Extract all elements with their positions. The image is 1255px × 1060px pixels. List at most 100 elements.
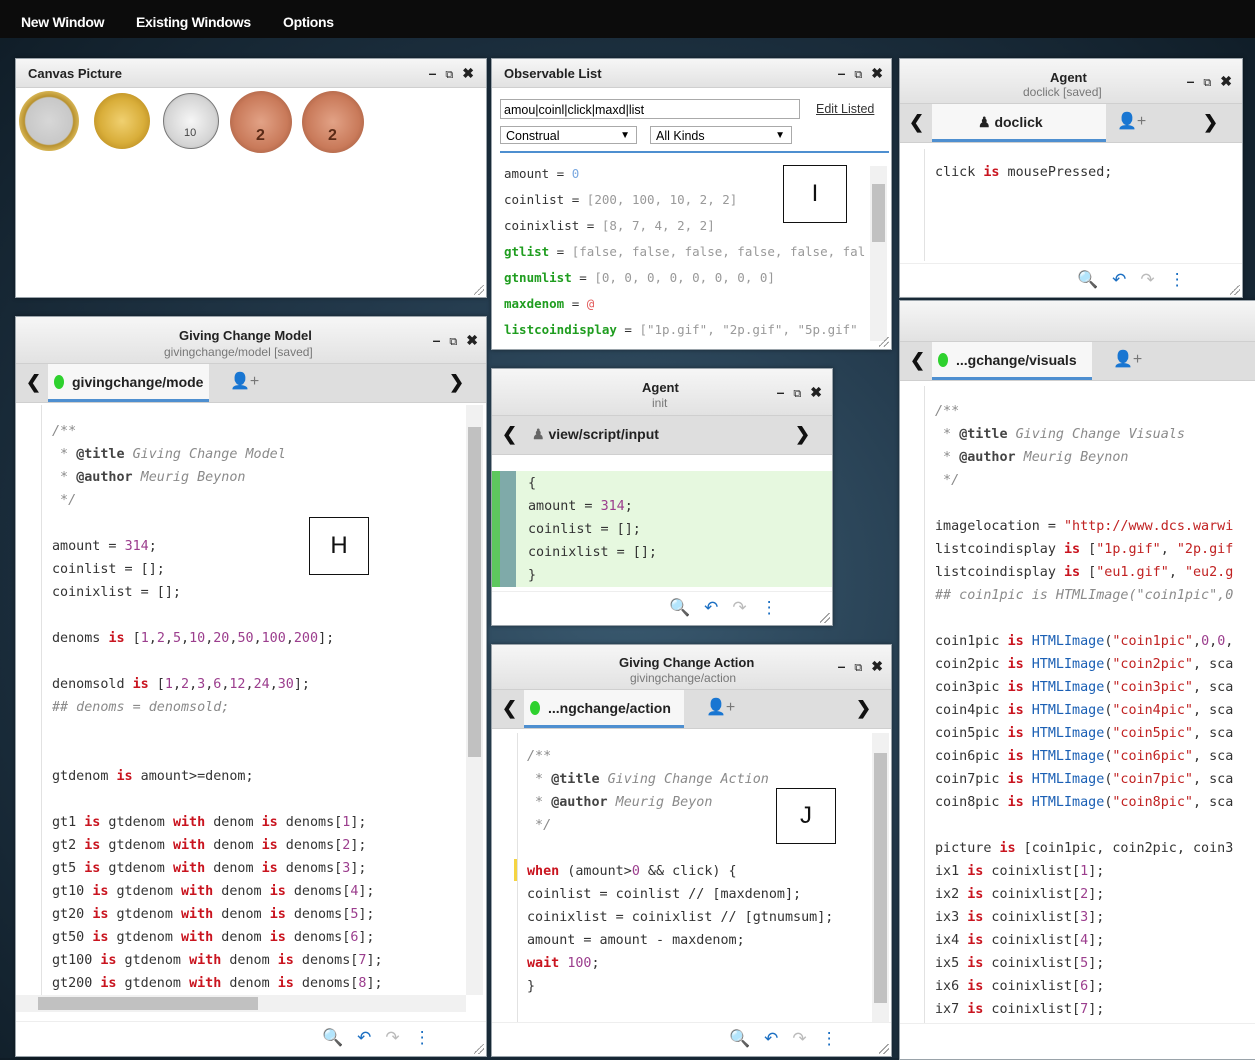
popout-icon[interactable]: ⧉ bbox=[449, 336, 457, 349]
add-agent-icon[interactable]: 👤+ bbox=[230, 371, 259, 391]
action-code-editor[interactable]: /** * @title Giving Change Action * @aut… bbox=[527, 745, 833, 998]
tab-scroll-left-icon[interactable]: ❮ bbox=[502, 698, 517, 719]
dropdown-caret-icon: ▼ bbox=[620, 130, 630, 141]
live-status-icon bbox=[54, 375, 64, 389]
action-titlebar[interactable]: Giving Change Action givingchange/action… bbox=[492, 645, 891, 690]
undo-icon[interactable]: ↶ bbox=[764, 1029, 778, 1049]
model-vertical-scrollbar[interactable] bbox=[466, 405, 483, 995]
window-title: Giving Change Model bbox=[179, 328, 312, 343]
close-icon[interactable]: ✖ bbox=[1220, 73, 1232, 90]
close-icon[interactable]: ✖ bbox=[810, 384, 822, 401]
model-titlebar[interactable]: Giving Change Model givingchange/model [… bbox=[16, 317, 486, 364]
minimize-icon[interactable]: – bbox=[777, 384, 785, 400]
popout-icon[interactable]: ⧉ bbox=[445, 69, 453, 82]
more-icon[interactable]: ⋮ bbox=[414, 1028, 431, 1048]
kind-select[interactable]: All Kinds ▼ bbox=[650, 126, 792, 144]
observable-search-input[interactable]: amou|coinl|click|maxd|list bbox=[500, 99, 800, 119]
model-code-editor[interactable]: /** * @title Giving Change Model * @auth… bbox=[52, 420, 462, 995]
construal-select[interactable]: Construal ▼ bbox=[500, 126, 637, 144]
minimize-icon[interactable]: – bbox=[429, 65, 437, 81]
undo-icon[interactable]: ↶ bbox=[1112, 270, 1126, 290]
window-subtitle: init bbox=[652, 396, 668, 410]
add-agent-icon[interactable]: 👤+ bbox=[706, 697, 735, 717]
more-icon[interactable]: ⋮ bbox=[761, 598, 778, 618]
resize-handle[interactable] bbox=[820, 613, 830, 623]
minimize-icon[interactable]: – bbox=[1187, 73, 1195, 89]
minimize-icon[interactable]: – bbox=[838, 658, 846, 674]
resize-handle[interactable] bbox=[879, 1044, 889, 1054]
redo-icon[interactable]: ↷ bbox=[732, 598, 746, 618]
observable-row[interactable]: amount = 0 bbox=[504, 166, 579, 181]
canvas-area[interactable]: 10 2 2 bbox=[16, 88, 486, 297]
close-icon[interactable]: ✖ bbox=[466, 332, 478, 349]
tab-model[interactable]: givingchange/mode bbox=[48, 364, 209, 402]
observable-row[interactable]: listcoindisplay = ["1p.gif", "2p.gif", "… bbox=[504, 322, 858, 337]
more-icon[interactable]: ⋮ bbox=[821, 1029, 838, 1049]
agent-doclick-titlebar[interactable]: Agent doclick [saved] – ⧉ ✖ bbox=[900, 59, 1242, 104]
add-agent-icon[interactable]: 👤+ bbox=[1117, 111, 1146, 131]
person-icon: ♟ bbox=[978, 114, 991, 130]
tab-scroll-left-icon[interactable]: ❮ bbox=[26, 372, 41, 393]
agent-init-code-editor[interactable]: { amount = 314; coinlist = []; coinixlis… bbox=[528, 472, 657, 587]
resize-handle[interactable] bbox=[474, 1044, 484, 1054]
resize-handle[interactable] bbox=[879, 337, 889, 347]
more-icon[interactable]: ⋮ bbox=[1169, 270, 1186, 290]
resize-handle[interactable] bbox=[1230, 285, 1240, 295]
tab-scroll-right-icon[interactable]: ❯ bbox=[449, 372, 464, 393]
tab-scroll-left-icon[interactable]: ❮ bbox=[502, 424, 517, 445]
resize-handle[interactable] bbox=[474, 285, 484, 295]
menu-new-window[interactable]: New Window bbox=[21, 14, 105, 30]
observable-scrollbar[interactable] bbox=[870, 166, 887, 341]
minimize-icon[interactable]: – bbox=[433, 332, 441, 348]
undo-icon[interactable]: ↶ bbox=[704, 598, 718, 618]
action-scrollbar[interactable] bbox=[872, 733, 889, 1023]
popout-icon[interactable]: ⧉ bbox=[854, 662, 862, 675]
tab-action[interactable]: ...ngchange/action bbox=[524, 690, 684, 728]
close-icon[interactable]: ✖ bbox=[871, 658, 883, 675]
add-agent-icon[interactable]: 👤+ bbox=[1113, 349, 1142, 369]
action-window: Giving Change Action givingchange/action… bbox=[491, 644, 892, 1057]
tab-scroll-left-icon[interactable]: ❮ bbox=[910, 350, 925, 371]
undo-icon[interactable]: ↶ bbox=[357, 1028, 371, 1048]
menu-existing-windows[interactable]: Existing Windows bbox=[136, 14, 251, 30]
visuals-titlebar[interactable] bbox=[900, 301, 1255, 342]
tab-visuals[interactable]: ...gchange/visuals bbox=[932, 342, 1092, 380]
close-icon[interactable]: ✖ bbox=[871, 65, 883, 82]
observable-row[interactable]: coinixlist = [8, 7, 4, 2, 2] bbox=[504, 218, 715, 233]
model-horizontal-scrollbar[interactable] bbox=[16, 995, 466, 1012]
observable-row[interactable]: coinlist = [200, 100, 10, 2, 2] bbox=[504, 192, 737, 207]
agent-code-editor[interactable]: click is mousePressed; bbox=[935, 161, 1112, 184]
select-value: All Kinds bbox=[656, 129, 705, 143]
tab-scroll-right-icon[interactable]: ❯ bbox=[1203, 112, 1218, 133]
tab-doclick[interactable]: ♟ doclick bbox=[932, 104, 1106, 142]
tab-scroll-right-icon[interactable]: ❯ bbox=[795, 424, 810, 445]
close-icon[interactable]: ✖ bbox=[462, 65, 474, 82]
minimize-icon[interactable]: – bbox=[838, 65, 846, 81]
search-icon[interactable]: 🔍 bbox=[669, 598, 690, 618]
observable-row[interactable]: maxdenom = @ bbox=[504, 296, 594, 311]
popout-icon[interactable]: ⧉ bbox=[793, 388, 801, 401]
redo-icon[interactable]: ↷ bbox=[1140, 270, 1154, 290]
redo-icon[interactable]: ↷ bbox=[792, 1029, 806, 1049]
edit-listed-link[interactable]: Edit Listed bbox=[816, 102, 874, 116]
agent-init-titlebar[interactable]: Agent init – ⧉ ✖ bbox=[492, 369, 832, 416]
visuals-code-editor[interactable]: /** * @title Giving Change Visuals * @au… bbox=[935, 400, 1233, 1021]
tab-label: givingchange/mode bbox=[72, 374, 204, 390]
canvas-picture-titlebar[interactable]: Canvas Picture – ⧉ ✖ bbox=[16, 59, 486, 88]
observable-row[interactable]: gtnumlist = [0, 0, 0, 0, 0, 0, 0, 0] bbox=[504, 270, 775, 285]
popout-icon[interactable]: ⧉ bbox=[1203, 77, 1211, 90]
popout-icon[interactable]: ⧉ bbox=[854, 69, 862, 82]
dropdown-caret-icon: ▼ bbox=[775, 130, 785, 141]
search-icon[interactable]: 🔍 bbox=[729, 1029, 750, 1049]
divider bbox=[500, 151, 889, 153]
tab-scroll-right-icon[interactable]: ❯ bbox=[856, 698, 871, 719]
tab-view-script-input[interactable]: ♟ view/script/input bbox=[532, 426, 659, 443]
search-icon[interactable]: 🔍 bbox=[1077, 270, 1098, 290]
menu-options[interactable]: Options bbox=[283, 14, 334, 30]
redo-icon[interactable]: ↷ bbox=[385, 1028, 399, 1048]
search-icon[interactable]: 🔍 bbox=[322, 1028, 343, 1048]
model-tabbar: ❮ givingchange/mode 👤+ ❯ bbox=[16, 364, 486, 403]
observable-row[interactable]: gtlist = [false, false, false, false, fa… bbox=[504, 244, 865, 259]
tab-scroll-left-icon[interactable]: ❮ bbox=[909, 112, 924, 133]
observable-list-titlebar[interactable]: Observable List – ⧉ ✖ bbox=[492, 59, 891, 88]
